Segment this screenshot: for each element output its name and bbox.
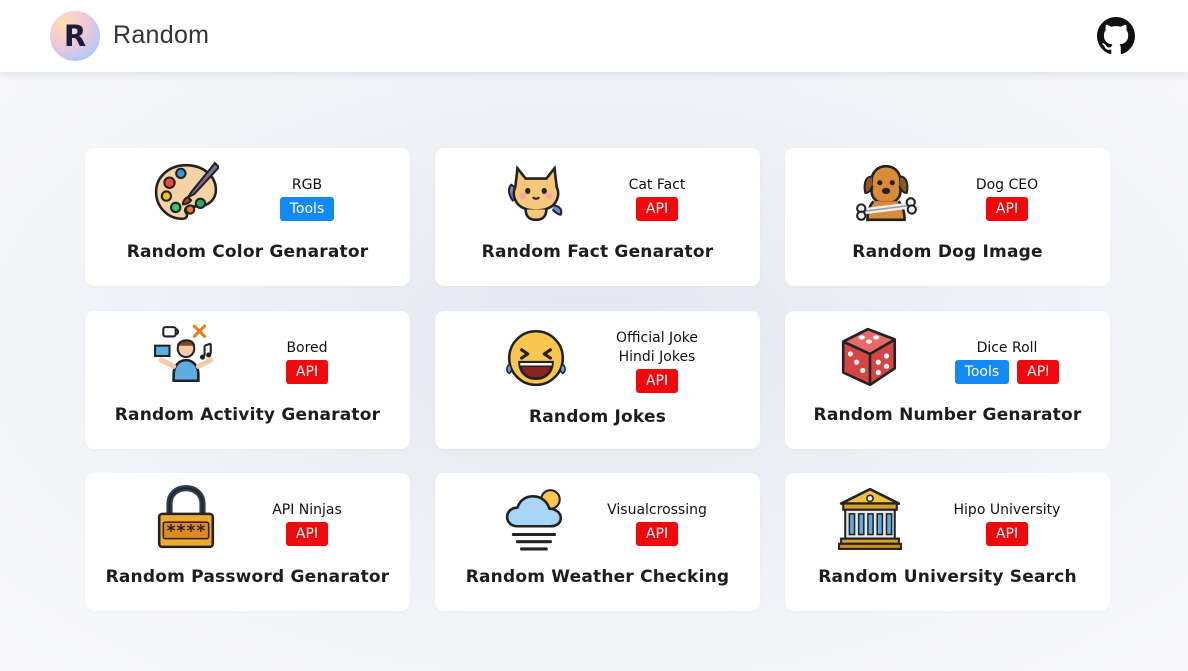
laughing-emoji-icon bbox=[506, 329, 566, 387]
card-random-dog[interactable]: Dog CEO API Random Dog Image bbox=[785, 148, 1110, 286]
navbar: R Random bbox=[0, 0, 1188, 72]
card-random-university[interactable]: Hipo University API Random University Se… bbox=[785, 473, 1110, 611]
cat-icon bbox=[507, 165, 563, 222]
logo-letter: R bbox=[63, 19, 87, 53]
card-random-number[interactable]: Dice Roll Tools API Random Number Genara… bbox=[785, 311, 1110, 449]
activity-person-icon bbox=[154, 324, 214, 383]
card-meta: API Ninjas API bbox=[237, 501, 377, 546]
api-badge: API bbox=[1017, 360, 1060, 384]
tools-badge: Tools bbox=[954, 360, 1010, 384]
source-name: Visualcrossing bbox=[607, 502, 707, 518]
source-name: Bored bbox=[286, 340, 328, 356]
api-badge: API bbox=[985, 522, 1029, 546]
card-title: Random Weather Checking bbox=[465, 567, 730, 587]
card-title: Random Jokes bbox=[528, 407, 667, 427]
source-name: Hipo University bbox=[953, 502, 1061, 518]
card-title: Random Fact Genarator bbox=[481, 242, 714, 262]
card-meta: Hipo University API bbox=[937, 501, 1077, 546]
card-title: Random Dog Image bbox=[852, 242, 1043, 262]
palette-icon bbox=[154, 161, 219, 221]
card-title: Random University Search bbox=[818, 567, 1077, 587]
university-icon bbox=[838, 487, 902, 550]
card-random-fact[interactable]: Cat Fact API Random Fact Genarator bbox=[435, 148, 760, 286]
card-meta: RGB Tools bbox=[237, 176, 377, 221]
card-meta: Dog CEO API bbox=[937, 176, 1077, 221]
source-name: Official Joke bbox=[616, 330, 698, 346]
card-meta: Bored API bbox=[237, 339, 377, 384]
api-badge: API bbox=[635, 522, 679, 546]
api-badge: API bbox=[285, 360, 329, 384]
api-badge: API bbox=[635, 197, 679, 221]
github-icon[interactable] bbox=[1097, 17, 1135, 55]
card-random-password[interactable]: **** API Ninjas API Random Password Gena… bbox=[85, 473, 410, 611]
source-name: RGB bbox=[291, 177, 323, 193]
card-random-color[interactable]: RGB Tools Random Color Genarator bbox=[85, 148, 410, 286]
card-meta: Dice Roll Tools API bbox=[937, 339, 1077, 384]
card-meta: Official Joke Hindi Jokes API bbox=[587, 329, 727, 393]
brand-name[interactable]: Random bbox=[113, 21, 209, 50]
card-meta: Visualcrossing API bbox=[587, 501, 727, 546]
padlock-icon: **** bbox=[157, 485, 215, 549]
card-title: Random Number Genarator bbox=[813, 405, 1082, 425]
source-name: Cat Fact bbox=[628, 177, 686, 193]
source-name: Dice Roll bbox=[976, 340, 1038, 356]
card-title: Random Activity Genarator bbox=[114, 405, 381, 425]
svg-text:****: **** bbox=[166, 522, 206, 541]
logo-icon[interactable]: R bbox=[50, 11, 100, 61]
api-badge: API bbox=[985, 197, 1029, 221]
dice-icon bbox=[841, 327, 897, 387]
tools-badge: Tools bbox=[279, 197, 335, 221]
weather-cloud-icon bbox=[505, 489, 563, 551]
api-badge: API bbox=[285, 522, 329, 546]
card-meta: Cat Fact API bbox=[587, 176, 727, 221]
source-name: Hindi Jokes bbox=[618, 349, 696, 365]
api-badge: API bbox=[635, 369, 679, 393]
dog-icon bbox=[856, 164, 917, 222]
card-random-weather[interactable]: Visualcrossing API Random Weather Checki… bbox=[435, 473, 760, 611]
source-name: API Ninjas bbox=[272, 502, 342, 518]
source-name: Dog CEO bbox=[975, 177, 1039, 193]
card-title: Random Color Genarator bbox=[126, 242, 369, 262]
card-title: Random Password Genarator bbox=[105, 567, 390, 587]
card-random-jokes[interactable]: Official Joke Hindi Jokes API Random Jok… bbox=[435, 311, 760, 449]
card-random-activity[interactable]: Bored API Random Activity Genarator bbox=[85, 311, 410, 449]
